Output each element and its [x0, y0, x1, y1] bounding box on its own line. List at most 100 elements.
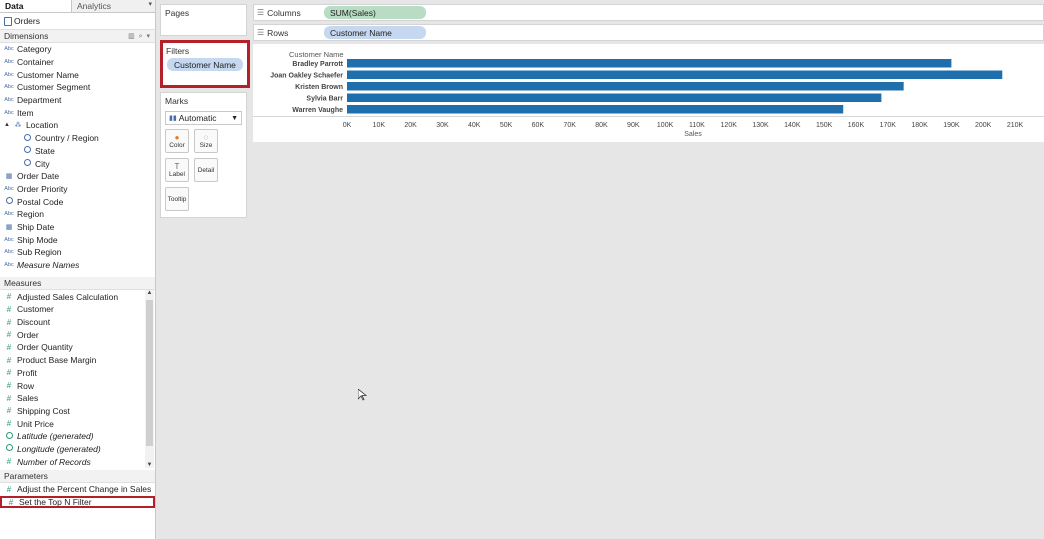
scroll-down-icon[interactable]: ▼: [145, 462, 154, 468]
measure-field-longitude-generated[interactable]: Longitude (generated): [0, 443, 155, 456]
dimension-field-location[interactable]: ▲ ⁂ Location: [0, 119, 155, 132]
measure-field-number-of-records[interactable]: # Number of Records: [0, 455, 155, 468]
rows-icon: ☰: [257, 28, 265, 37]
x-tick-label: 210K: [1007, 122, 1024, 129]
measure-field-row[interactable]: # Row: [0, 379, 155, 392]
measure-field-latitude-generated[interactable]: Latitude (generated): [0, 430, 155, 443]
scroll-up-icon[interactable]: ▲: [145, 290, 154, 296]
field-label: Order Quantity: [17, 342, 73, 353]
tab-data[interactable]: Data: [0, 0, 72, 12]
marks-tooltip-button[interactable]: Tooltip: [165, 187, 189, 211]
measure-field-shipping-cost[interactable]: # Shipping Cost: [0, 405, 155, 418]
dimension-field-category[interactable]: Abc Category: [0, 43, 155, 56]
measure-field-customer[interactable]: # Customer: [0, 303, 155, 316]
size-icon: ◌: [203, 133, 209, 142]
dimensions-title: Dimensions: [4, 31, 49, 41]
string-type-icon: Abc: [4, 109, 14, 116]
marks-size-button[interactable]: ◌ Size: [194, 129, 218, 153]
dimension-field-order-priority[interactable]: Abc Order Priority: [0, 183, 155, 196]
x-tick-label: 0K: [343, 122, 352, 129]
measure-field-discount[interactable]: # Discount: [0, 316, 155, 329]
measure-field-adjust-the-percent-change-in-sales[interactable]: # Adjust the Percent Change in Sales: [0, 483, 155, 496]
collapse-icon[interactable]: ▲: [4, 122, 10, 128]
dimension-field-measure-names[interactable]: Abc Measure Names: [0, 259, 155, 272]
label-icon: T: [174, 162, 180, 171]
field-label: Adjusted Sales Calculation: [17, 291, 119, 302]
marks-label-button[interactable]: T Label: [165, 158, 189, 182]
measure-field-product-base-margin[interactable]: # Product Base Margin: [0, 354, 155, 367]
dimension-field-ship-date[interactable]: ▦ Ship Date: [0, 221, 155, 234]
bar: [347, 105, 844, 114]
measures-title: Measures: [4, 278, 42, 289]
rows-shelf[interactable]: ☰ Rows Customer Name: [253, 24, 1044, 41]
measure-field-set-the-top-n-filter[interactable]: # Set the Top N Filter: [0, 495, 155, 509]
measure-field-order-quantity[interactable]: # Order Quantity: [0, 341, 155, 354]
field-label: Container: [17, 57, 54, 68]
data-pane: Data Analytics ▾ Orders Dimensions ▥ ⌕ ▾…: [0, 0, 156, 539]
rows-pill-customer-name[interactable]: Customer Name: [324, 26, 426, 39]
measure-field-profit[interactable]: # Profit: [0, 367, 155, 380]
field-label: Order Date: [17, 171, 60, 182]
dimension-field-order-date[interactable]: ▦ Order Date: [0, 170, 155, 183]
number-type-icon: #: [6, 393, 12, 403]
marks-detail-button[interactable]: Detail: [194, 158, 218, 182]
field-label: Department: [17, 95, 62, 106]
marks-title: Marks: [165, 96, 189, 106]
columns-icon: ☰: [257, 8, 265, 17]
filters-card[interactable]: Filters Customer Name: [160, 40, 250, 88]
field-label: Profit: [17, 367, 37, 378]
measures-scrollbar[interactable]: ▲ ▼: [145, 290, 154, 469]
category-label: Sylvia Barr: [306, 95, 343, 102]
number-type-icon: #: [6, 406, 12, 416]
measure-field-unit-price[interactable]: # Unit Price: [0, 417, 155, 430]
tab-analytics[interactable]: Analytics: [72, 0, 146, 12]
dimension-field-region[interactable]: Abc Region: [0, 208, 155, 221]
dimension-field-department[interactable]: Abc Department: [0, 94, 155, 107]
datasource-item[interactable]: Orders: [0, 13, 155, 30]
dimension-field-customer-segment[interactable]: Abc Customer Segment: [0, 81, 155, 94]
marks-color-button[interactable]: ● Color: [165, 129, 189, 153]
calendar-icon: ▦: [5, 223, 13, 231]
dimension-field-sub-region[interactable]: Abc Sub Region: [0, 246, 155, 259]
measure-field-sales[interactable]: # Sales: [0, 392, 155, 405]
x-tick-label: 200K: [975, 122, 992, 129]
dimension-field-container[interactable]: Abc Container: [0, 56, 155, 69]
tabs-dropdown-icon[interactable]: ▾: [146, 0, 155, 12]
number-type-icon: #: [6, 484, 12, 494]
dimension-field-item[interactable]: Abc Item: [0, 106, 155, 119]
string-type-icon: Abc: [4, 71, 14, 78]
columns-shelf[interactable]: ☰ Columns SUM(Sales): [253, 4, 1044, 21]
marks-button-label: Detail: [197, 166, 215, 174]
dimension-field-postal-code[interactable]: Postal Code: [0, 195, 155, 208]
globe-icon: [22, 159, 32, 168]
field-label: Ship Mode: [17, 234, 58, 245]
dimension-field-state[interactable]: State: [0, 145, 155, 158]
dimension-field-city[interactable]: City: [0, 157, 155, 170]
globe-icon: [22, 133, 32, 143]
string-type-icon: Abc: [4, 211, 14, 218]
x-tick-label: 60K: [532, 122, 545, 129]
field-label: Unit Price: [17, 418, 54, 429]
measure-field-order[interactable]: # Order: [0, 328, 155, 341]
x-tick-label: 70K: [563, 122, 576, 129]
x-tick-label: 100K: [657, 122, 674, 129]
dimension-field-ship-mode[interactable]: Abc Ship Mode: [0, 233, 155, 246]
x-tick-label: 120K: [721, 122, 738, 129]
dimensions-toolbar-icons[interactable]: ▥ ⌕ ▾: [128, 32, 151, 41]
columns-pill-sum-sales[interactable]: SUM(Sales): [324, 6, 426, 19]
dimension-field-customer-name[interactable]: Abc Customer Name: [0, 68, 155, 81]
pages-card[interactable]: Pages: [160, 4, 247, 36]
category-label: Warren Vaughe: [292, 107, 343, 114]
field-label: Row: [17, 380, 35, 391]
mark-type-select[interactable]: ▮▮ Automatic ▼: [165, 111, 242, 125]
field-label: State: [35, 145, 55, 156]
parameters-header: Parameters: [0, 470, 155, 483]
bar: [347, 82, 904, 91]
dimension-field-country-region[interactable]: Country / Region: [0, 132, 155, 145]
x-tick-label: 80K: [595, 122, 608, 129]
filter-pill-customer-name[interactable]: Customer Name: [167, 58, 243, 71]
scroll-thumb[interactable]: [146, 300, 153, 447]
rows-label: Rows: [267, 27, 289, 38]
category-label: Joan Oakley Schaefer: [270, 72, 343, 79]
measure-field-adjusted-sales-calculation[interactable]: # Adjusted Sales Calculation: [0, 290, 155, 303]
